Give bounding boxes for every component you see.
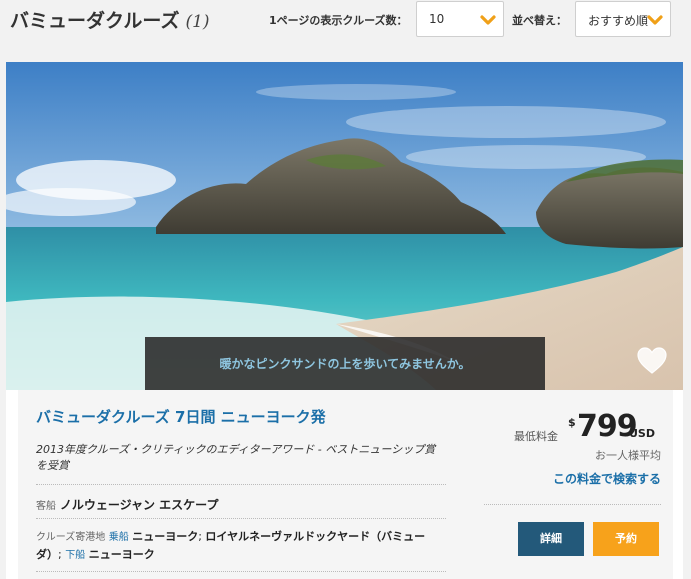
ship-row: 客船 ノルウェージャン エスケープ xyxy=(36,496,218,513)
results-header: バミューダクルーズ (1) 1ページの表示クルーズ数： 10 並べ替え： おすすめ… xyxy=(0,0,691,48)
chevron-down-icon xyxy=(647,15,663,25)
price-unit: USD xyxy=(629,427,655,440)
per-page-select[interactable]: 10 xyxy=(416,1,504,37)
ports-row: クルーズ寄港地 乗船 ニューヨーク; ロイヤルネーヴァルドックヤード（バミューダ… xyxy=(36,528,446,564)
disembark-label: 下船 xyxy=(65,550,86,561)
cruise-title[interactable]: バミューダクルーズ 7日間 ニューヨーク発 xyxy=(36,406,326,427)
sort-value: おすすめ順 xyxy=(588,14,649,28)
chevron-down-icon xyxy=(480,15,496,25)
cruise-card: 暖かなピンクサンドの上を歩いてみませんか。 バミューダクルーズ 7日間 ニューヨ… xyxy=(6,62,683,579)
hero-image: 暖かなピンクサンドの上を歩いてみませんか。 xyxy=(6,62,683,390)
heart-icon[interactable] xyxy=(636,346,668,376)
disembark-port: ニューヨーク xyxy=(88,548,155,561)
page-title: バミューダクルーズ (1) xyxy=(10,6,210,33)
per-person-note: お一人様平均 xyxy=(595,449,661,462)
hero-caption-box: 暖かなピンクサンドの上を歩いてみませんか。 xyxy=(145,337,545,390)
result-count: (1) xyxy=(185,12,210,32)
reserve-button[interactable]: 予約 xyxy=(593,522,659,556)
cruise-info-panel: バミューダクルーズ 7日間 ニューヨーク発 2013年度クルーズ・クリティックの… xyxy=(18,390,673,579)
divider xyxy=(484,504,661,505)
ship-label: 客船 xyxy=(36,501,56,512)
award-text: 2013年度クルーズ・クリティックのエディターアワード - ベストニューシップ賞… xyxy=(36,443,436,472)
embark-label: 乗船 xyxy=(108,532,129,543)
sort-select[interactable]: おすすめ順 xyxy=(575,1,671,37)
search-this-fare-link[interactable]: この料金で検索する xyxy=(553,470,661,487)
per-page-label: 1ページの表示クルーズ数： xyxy=(269,14,408,27)
price-currency-symbol: $ xyxy=(568,416,576,429)
per-page-value: 10 xyxy=(429,12,445,26)
page-title-text: バミューダクルーズ xyxy=(10,10,180,32)
sort-label: 並べ替え： xyxy=(512,14,567,27)
price-amount: 799 xyxy=(577,409,638,444)
divider xyxy=(36,484,446,485)
divider xyxy=(36,518,446,519)
ports-label: クルーズ寄港地 xyxy=(36,532,106,543)
price-label: 最低料金 xyxy=(514,430,558,443)
ship-name: ノルウェージャン エスケープ xyxy=(59,498,219,512)
hero-caption: 暖かなピンクサンドの上を歩いてみませんか。 xyxy=(219,357,471,371)
divider xyxy=(36,571,446,572)
embark-port: ニューヨーク xyxy=(132,530,199,543)
details-button[interactable]: 詳細 xyxy=(518,522,584,556)
